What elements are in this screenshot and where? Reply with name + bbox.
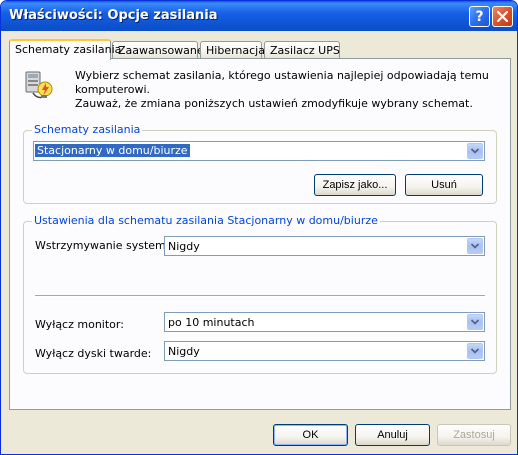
hard-disks-label: Wyłącz dyski twarde: xyxy=(35,347,152,360)
monitor-label: Wyłącz monitor: xyxy=(35,318,124,331)
window-title: Właściwości: Opcje zasilania xyxy=(9,8,218,23)
divider xyxy=(35,295,485,297)
save-as-button[interactable]: Zapisz jako... xyxy=(314,174,396,196)
hard-disks-off-value: Nigdy xyxy=(168,345,200,358)
standby-select[interactable]: Nigdy xyxy=(164,236,485,256)
help-icon: ? xyxy=(475,8,484,25)
standby-label: Wstrzymywanie systemu: xyxy=(35,239,177,252)
chevron-down-icon[interactable] xyxy=(467,143,483,159)
tab-power-schemes[interactable]: Schematy zasilania xyxy=(9,39,121,60)
ok-button[interactable]: OK xyxy=(273,424,348,446)
chevron-down-icon[interactable] xyxy=(467,314,483,330)
title-bar[interactable]: Właściwości: Opcje zasilania ? xyxy=(1,1,517,31)
info-line-2: Zauważ, że zmiana poniższych ustawień zm… xyxy=(75,97,473,110)
apply-button: Zastosuj xyxy=(437,424,511,446)
dialog-window: Właściwości: Opcje zasilania ? Schematy … xyxy=(0,0,518,455)
chevron-down-icon[interactable] xyxy=(467,238,483,254)
monitor-off-select[interactable]: po 10 minutach xyxy=(164,312,485,332)
delete-button[interactable]: Usuń xyxy=(405,174,483,196)
power-scheme-select[interactable]: Stacjonarny w domu/biurze xyxy=(33,141,485,161)
monitor-off-value: po 10 minutach xyxy=(168,316,255,329)
hard-disks-off-select[interactable]: Nigdy xyxy=(164,341,485,361)
cancel-button[interactable]: Anuluj xyxy=(355,424,430,446)
power-schemes-icon xyxy=(25,71,53,99)
info-text: Wybierz schemat zasilania, którego ustaw… xyxy=(75,69,505,111)
close-icon xyxy=(497,11,508,22)
close-button[interactable] xyxy=(492,6,513,27)
settings-group-title: Ustawienia dla schematu zasilania Stacjo… xyxy=(32,214,380,227)
standby-value: Nigdy xyxy=(168,240,200,253)
help-button[interactable]: ? xyxy=(469,6,490,27)
tab-advanced[interactable]: Zaawansowane xyxy=(112,41,204,59)
tab-hibernate[interactable]: Hibernacja xyxy=(200,41,265,59)
schemes-group-title: Schematy zasilania xyxy=(32,123,143,136)
chevron-down-icon[interactable] xyxy=(467,343,483,359)
tab-ups[interactable]: Zasilacz UPS xyxy=(264,41,340,59)
info-line-1: Wybierz schemat zasilania, którego ustaw… xyxy=(75,69,489,96)
power-scheme-value: Stacjonarny w domu/biurze xyxy=(35,144,190,157)
